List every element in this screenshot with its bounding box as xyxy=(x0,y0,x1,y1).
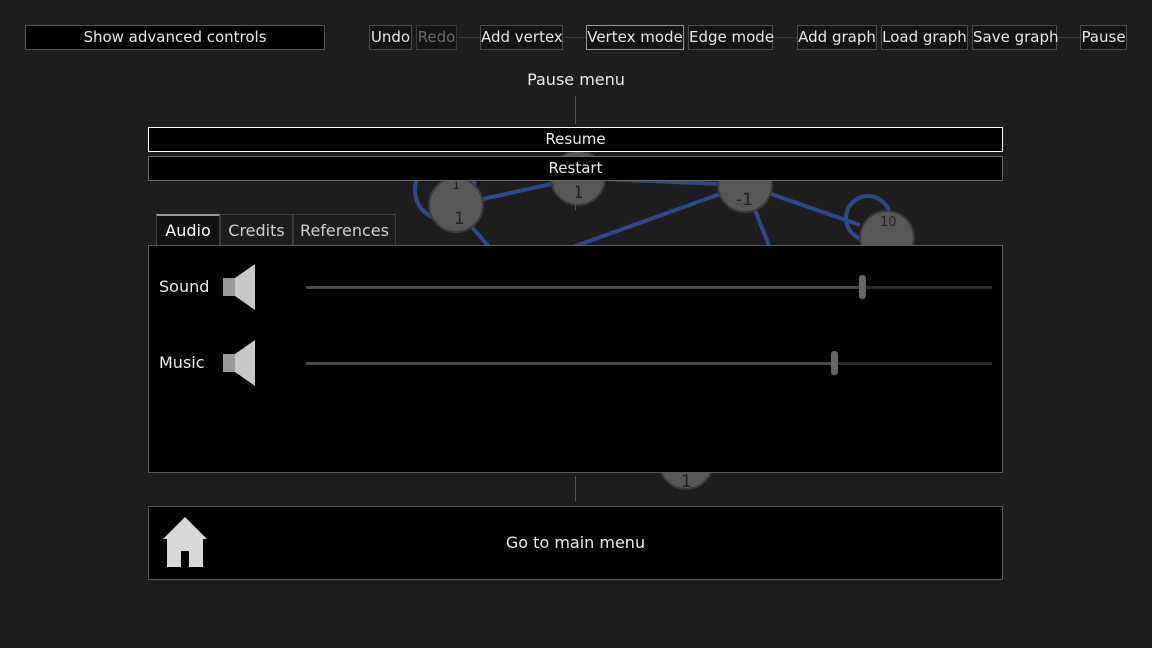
graph-node-label: 10 xyxy=(880,215,897,230)
music-slider-handle[interactable] xyxy=(831,351,839,375)
restart-button[interactable]: Restart xyxy=(148,156,1003,181)
music-label: Music xyxy=(159,353,205,372)
music-slider-fill xyxy=(306,362,835,365)
audio-panel: Sound Music xyxy=(148,245,1003,473)
graph-node-label: 1 xyxy=(454,209,465,229)
connector-line xyxy=(575,182,576,210)
show-advanced-controls-button[interactable]: Show advanced controls xyxy=(25,25,325,50)
sound-label: Sound xyxy=(159,277,210,296)
toolbar-separator xyxy=(564,37,586,38)
main-menu-label: Go to main menu xyxy=(505,533,646,552)
add-vertex-button[interactable]: Add vertex xyxy=(480,25,563,50)
pause-menu-title: Pause menu xyxy=(527,70,625,89)
graph-node-label: -1 xyxy=(736,190,753,210)
graph-node-label: 1 xyxy=(681,472,692,492)
tab-credits[interactable]: Credits xyxy=(220,214,293,246)
load-graph-button[interactable]: Load graph xyxy=(881,25,968,50)
add-graph-button[interactable]: Add graph xyxy=(797,25,877,50)
connector-line xyxy=(575,96,576,124)
redo-button[interactable]: Redo xyxy=(416,25,457,50)
sound-slider-fill xyxy=(306,286,862,289)
sound-slider-handle[interactable] xyxy=(858,275,866,299)
speaker-icon[interactable] xyxy=(223,264,255,310)
vertex-mode-button[interactable]: Vertex mode xyxy=(586,25,684,50)
undo-button[interactable]: Undo xyxy=(369,25,412,50)
toolbar-separator xyxy=(774,37,797,38)
pause-button[interactable]: Pause xyxy=(1080,25,1127,50)
toolbar-separator xyxy=(1058,37,1080,38)
speaker-icon[interactable] xyxy=(223,340,255,386)
resume-button[interactable]: Resume xyxy=(148,127,1003,152)
tab-references[interactable]: References xyxy=(293,214,396,246)
toolbar-separator xyxy=(458,37,480,38)
edge-mode-button[interactable]: Edge mode xyxy=(688,25,774,50)
save-graph-button[interactable]: Save graph xyxy=(972,25,1059,50)
sound-slider[interactable] xyxy=(306,275,992,299)
tab-audio[interactable]: Audio xyxy=(156,214,220,246)
connector-line xyxy=(575,476,576,502)
go-to-main-menu-button[interactable]: Go to main menu xyxy=(148,506,1003,580)
music-slider[interactable] xyxy=(306,351,992,375)
